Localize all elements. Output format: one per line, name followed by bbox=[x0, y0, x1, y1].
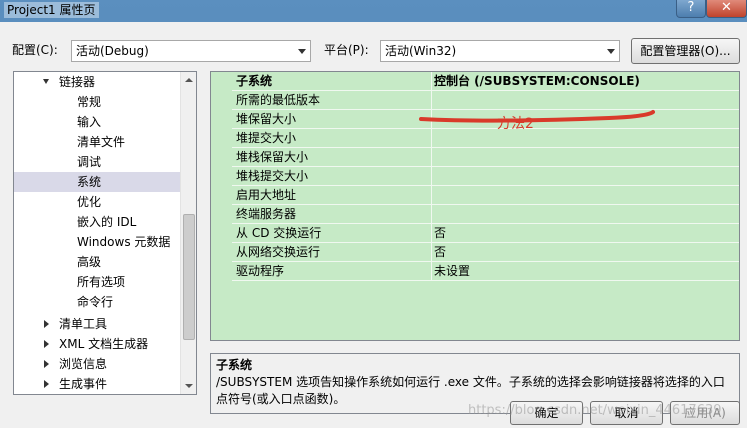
property-name: 启用大地址 bbox=[232, 186, 432, 205]
property-value[interactable]: 未设置 bbox=[432, 262, 739, 281]
property-value[interactable]: 控制台 (/SUBSYSTEM:CONSOLE) bbox=[432, 72, 739, 91]
scrollbar-thumb[interactable] bbox=[183, 214, 195, 340]
grid-row-stack-commit[interactable]: 堆栈提交大小 bbox=[211, 167, 739, 186]
expand-arrow-icon[interactable] bbox=[44, 360, 49, 368]
config-select[interactable]: 活动(Debug) bbox=[71, 40, 311, 62]
tree-item-label: 清单文件 bbox=[77, 135, 126, 149]
tree-item-xml-doc-generator[interactable]: XML 文档生成器 bbox=[14, 334, 181, 354]
title-bar[interactable]: Project1 属性页 ? ✕ bbox=[0, 0, 747, 22]
grid-row-subsystem[interactable]: 子系统 控制台 (/SUBSYSTEM:CONSOLE) bbox=[211, 72, 739, 91]
method-annotation: 方法2 bbox=[497, 116, 534, 132]
tree-item-system[interactable]: 系统 bbox=[14, 172, 181, 192]
config-select-value: 活动(Debug) bbox=[76, 44, 149, 58]
tree-item-label: 高级 bbox=[77, 255, 102, 269]
property-name: 驱动程序 bbox=[232, 262, 432, 281]
grid-row-swap-net[interactable]: 从网络交换运行 否 bbox=[211, 243, 739, 262]
tree-item-build-events[interactable]: 生成事件 bbox=[14, 374, 181, 394]
window-title: Project1 属性页 bbox=[4, 2, 99, 18]
tree-item-optimization[interactable]: 优化 bbox=[14, 192, 181, 212]
tree-item-input[interactable]: 输入 bbox=[14, 112, 181, 132]
property-name: 堆提交大小 bbox=[232, 129, 432, 148]
property-name: 从 CD 交换运行 bbox=[232, 224, 432, 243]
property-value[interactable] bbox=[432, 205, 739, 224]
tree-item-label: 生成事件 bbox=[59, 377, 108, 391]
property-name: 终端服务器 bbox=[232, 205, 432, 224]
property-name: 从网络交换运行 bbox=[232, 243, 432, 262]
tree-item-label: 所有选项 bbox=[77, 275, 126, 289]
grid-row-heap-commit[interactable]: 堆提交大小 bbox=[211, 129, 739, 148]
property-name: 堆栈提交大小 bbox=[232, 167, 432, 186]
tree-item-advanced[interactable]: 高级 bbox=[14, 252, 181, 272]
property-tree: 链接器 常规 输入 清单文件 调试 系统 优化 嵌入的 IDL Windows … bbox=[13, 71, 197, 395]
scroll-up-icon[interactable] bbox=[185, 78, 193, 82]
property-value[interactable]: 否 bbox=[432, 224, 739, 243]
tree-item-label: 命令行 bbox=[77, 295, 114, 309]
red-underline-annotation bbox=[419, 110, 655, 123]
platform-select[interactable]: 活动(Win32) bbox=[380, 40, 620, 62]
property-value[interactable] bbox=[432, 186, 739, 205]
property-value[interactable] bbox=[432, 129, 739, 148]
tree-item-label: XML 文档生成器 bbox=[59, 337, 149, 351]
grid-row-stack-reserve[interactable]: 堆栈保留大小 bbox=[211, 148, 739, 167]
tree-item-label: 清单工具 bbox=[59, 317, 108, 331]
tree-item-label: 系统 bbox=[77, 175, 102, 189]
watermark-text: https://blog.csdn.net/weixin_44617639 bbox=[468, 403, 722, 418]
grid-row-large-address[interactable]: 启用大地址 bbox=[211, 186, 739, 205]
tree-item-all-options[interactable]: 所有选项 bbox=[14, 272, 181, 292]
grid-row-terminal-server[interactable]: 终端服务器 bbox=[211, 205, 739, 224]
tree-item-label: 链接器 bbox=[59, 75, 96, 89]
grid-row-driver[interactable]: 驱动程序 未设置 bbox=[211, 262, 739, 281]
tree-item-command-line[interactable]: 命令行 bbox=[14, 292, 181, 312]
tree-item-embedded-idl[interactable]: 嵌入的 IDL bbox=[14, 212, 181, 232]
expand-arrow-icon[interactable] bbox=[43, 79, 49, 84]
property-name: 堆保留大小 bbox=[232, 110, 432, 129]
tree-item-windows-metadata[interactable]: Windows 元数据 bbox=[14, 232, 181, 252]
tree-item-general[interactable]: 常规 bbox=[14, 92, 181, 112]
tree-scrollbar[interactable] bbox=[180, 72, 196, 394]
tree-item-linker[interactable]: 链接器 bbox=[14, 72, 181, 92]
chevron-down-icon bbox=[298, 49, 306, 54]
grid-row-swap-cd[interactable]: 从 CD 交换运行 否 bbox=[211, 224, 739, 243]
tree-item-label: 嵌入的 IDL bbox=[77, 215, 137, 229]
dialog-window: Project1 属性页 ? ✕ 配置(C): 活动(Debug) 平台(P):… bbox=[0, 0, 747, 428]
tree-item-label: Windows 元数据 bbox=[77, 235, 171, 249]
tree-item-label: 优化 bbox=[77, 195, 102, 209]
tree-item-manifest-file[interactable]: 清单文件 bbox=[14, 132, 181, 152]
dialog-client: 配置(C): 活动(Debug) 平台(P): 活动(Win32) 配置管理器(… bbox=[0, 22, 747, 428]
close-button[interactable]: ✕ bbox=[706, 0, 747, 18]
platform-select-value: 活动(Win32) bbox=[385, 44, 457, 58]
tree-item-label: 调试 bbox=[77, 155, 102, 169]
tree-item-debugging[interactable]: 调试 bbox=[14, 152, 181, 172]
property-value[interactable] bbox=[432, 148, 739, 167]
scroll-down-icon[interactable] bbox=[185, 384, 193, 388]
chevron-down-icon bbox=[607, 49, 615, 54]
property-value[interactable]: 否 bbox=[432, 243, 739, 262]
property-name: 堆栈保留大小 bbox=[232, 148, 432, 167]
property-value[interactable] bbox=[432, 167, 739, 186]
property-name: 所需的最低版本 bbox=[232, 91, 432, 110]
description-title: 子系统 bbox=[216, 358, 253, 372]
expand-arrow-icon[interactable] bbox=[44, 340, 49, 348]
platform-label: 平台(P): bbox=[324, 43, 369, 57]
tree-item-manifest-tool[interactable]: 清单工具 bbox=[14, 314, 181, 334]
property-name: 子系统 bbox=[232, 72, 432, 91]
expand-arrow-icon[interactable] bbox=[44, 320, 49, 328]
expand-arrow-icon[interactable] bbox=[44, 380, 49, 388]
tree-item-browse-info[interactable]: 浏览信息 bbox=[14, 354, 181, 374]
tree-item-label: 输入 bbox=[77, 115, 102, 129]
config-label: 配置(C): bbox=[12, 43, 58, 57]
config-manager-button[interactable]: 配置管理器(O)... bbox=[631, 38, 740, 64]
tree-item-label: 浏览信息 bbox=[59, 357, 108, 371]
tree-item-label: 常规 bbox=[77, 95, 102, 109]
help-button[interactable]: ? bbox=[676, 0, 706, 18]
